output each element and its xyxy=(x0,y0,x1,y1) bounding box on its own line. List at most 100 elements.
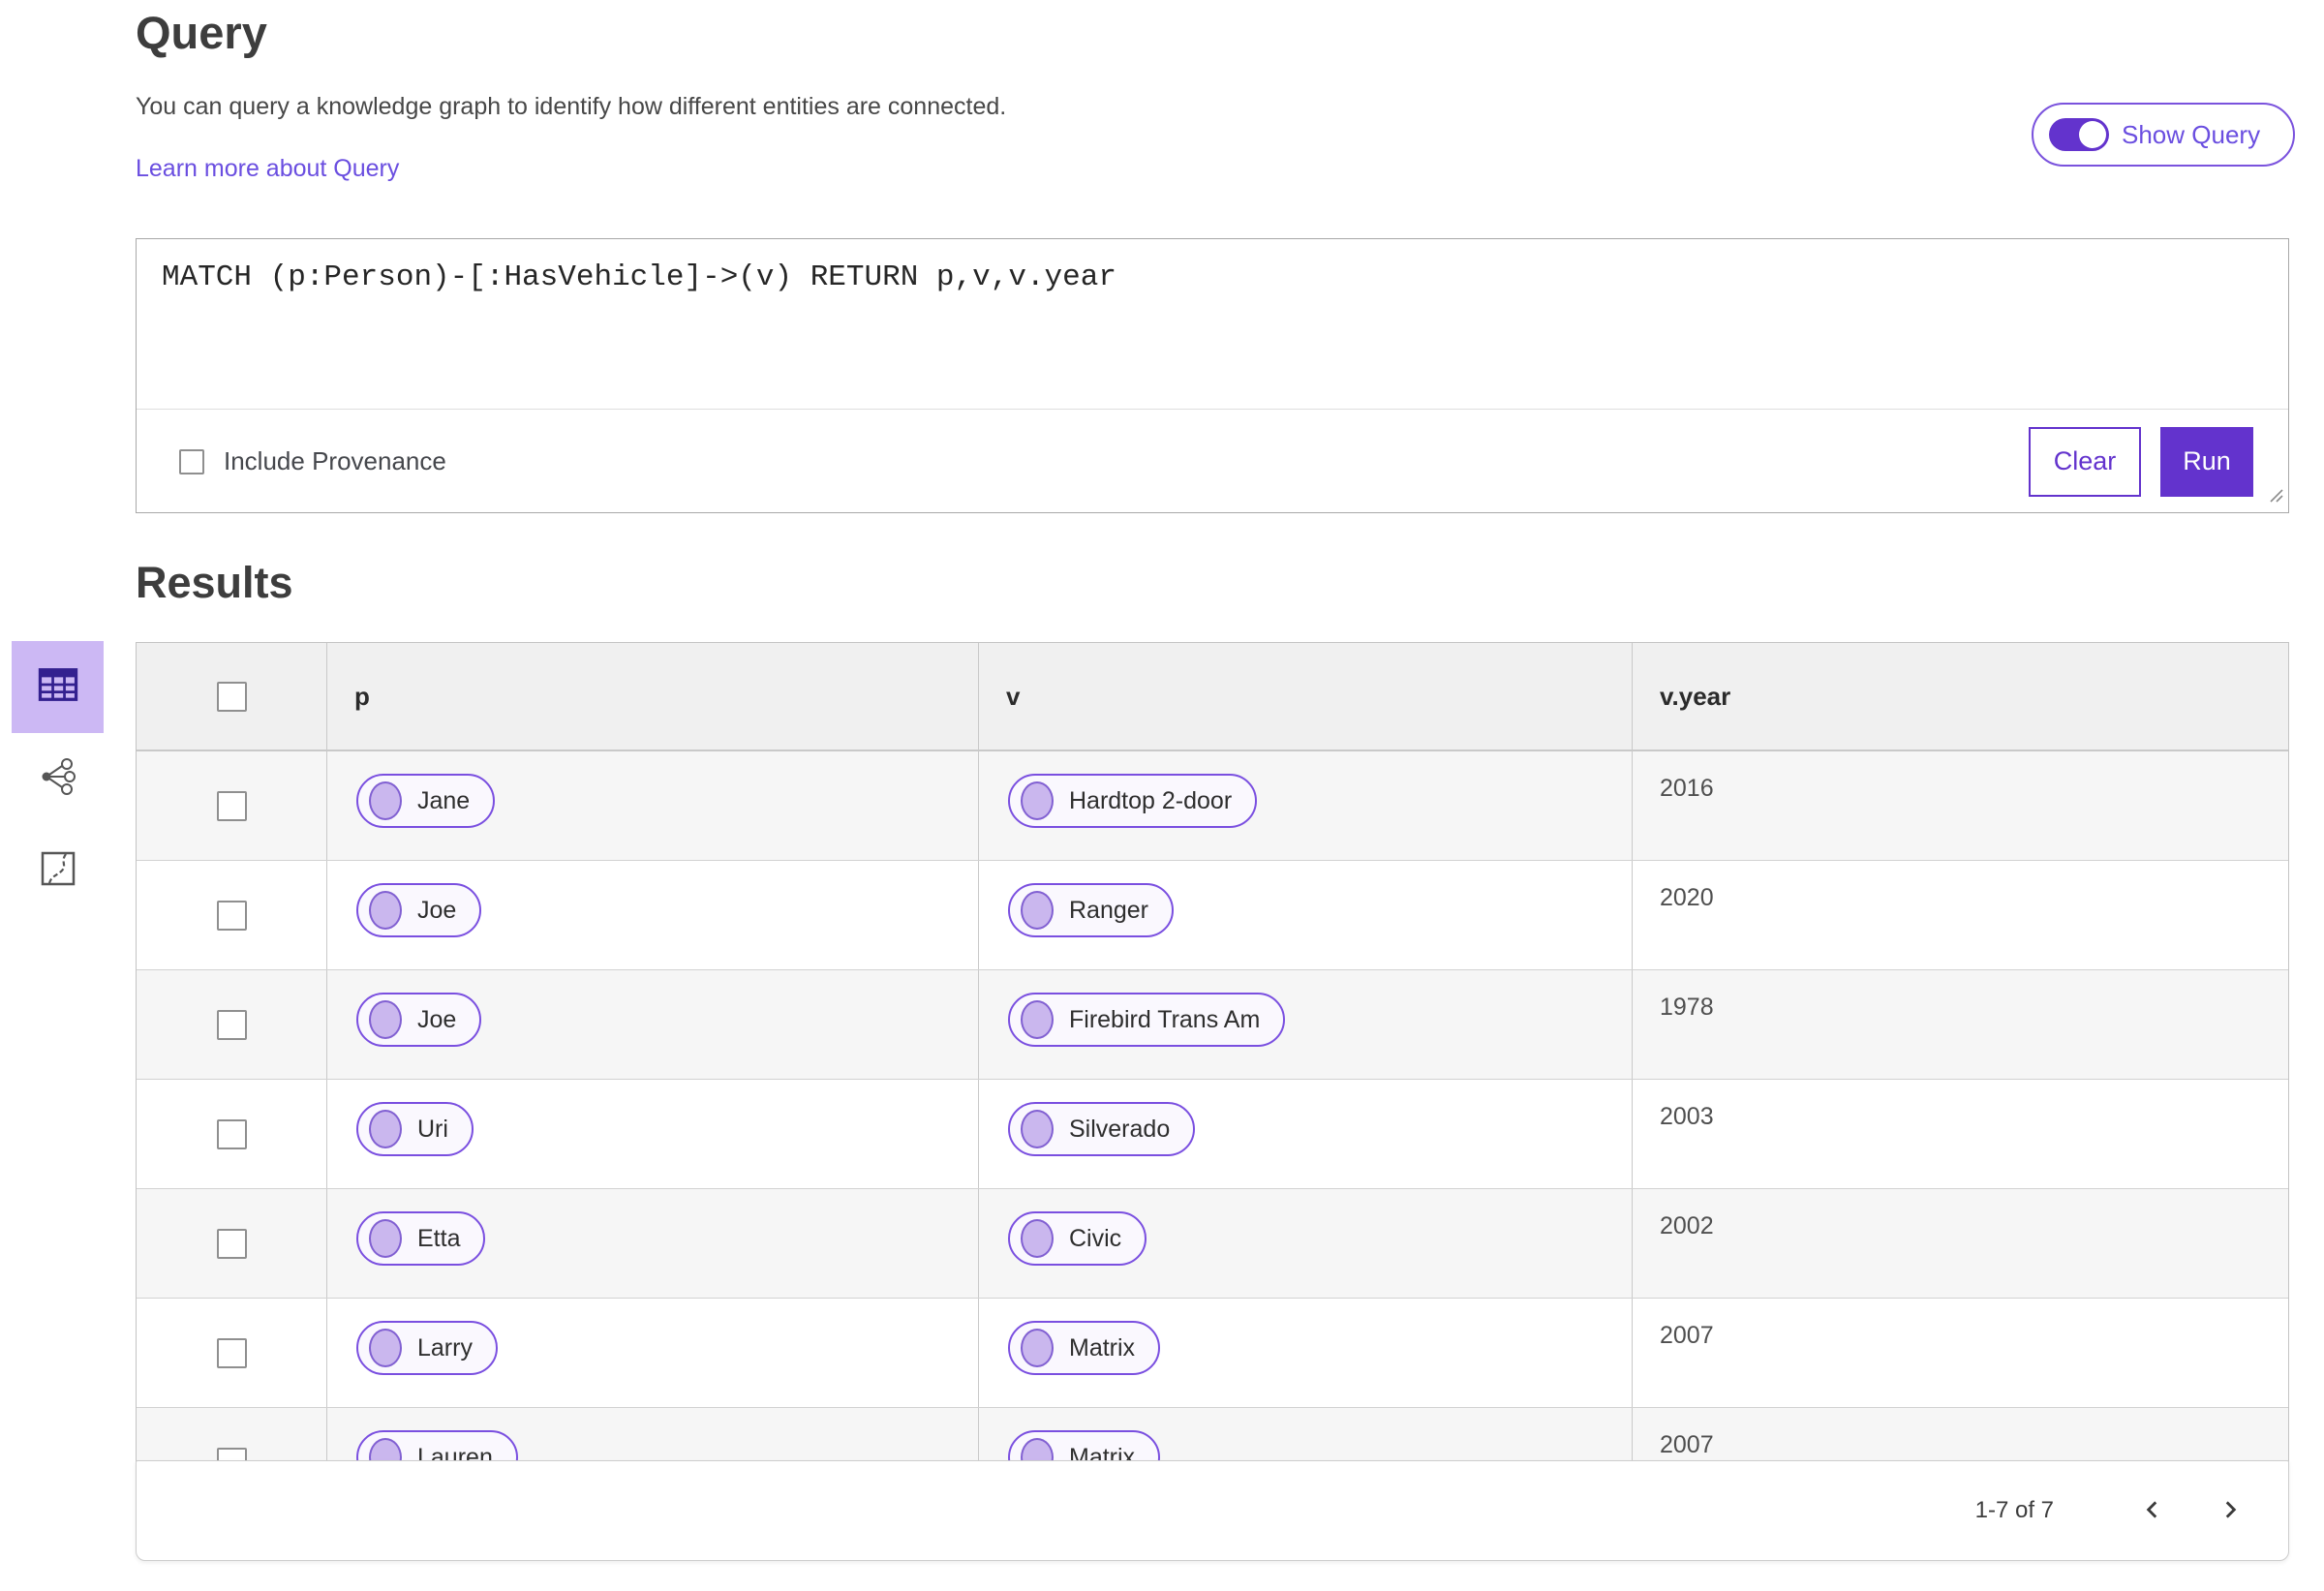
vehicle-name: Silverado xyxy=(1069,1115,1171,1143)
p-cell: Jane xyxy=(327,751,979,860)
node-circle-icon xyxy=(369,891,402,930)
column-header-p: p xyxy=(327,643,979,750)
table-row: Joe Firebird Trans Am 1978 xyxy=(137,970,2288,1080)
toggle-on-icon[interactable] xyxy=(2049,118,2109,151)
vehicle-name: Ranger xyxy=(1069,896,1148,924)
v-year-cell: 2007 xyxy=(1633,1299,2288,1407)
v-year-cell: 2003 xyxy=(1633,1080,2288,1188)
p-cell: Joe xyxy=(327,861,979,969)
chevron-right-icon xyxy=(2217,1497,2243,1525)
pagination-bar: 1-7 of 7 xyxy=(136,1460,2289,1561)
p-cell: Etta xyxy=(327,1189,979,1298)
vehicle-entity-chip[interactable]: Silverado xyxy=(1008,1102,1196,1156)
page-title: Query xyxy=(136,7,267,58)
node-circle-icon xyxy=(1021,781,1054,820)
clear-button[interactable]: Clear xyxy=(2029,426,2141,497)
query-toolbar: Include Provenance Clear Run xyxy=(137,410,2288,513)
select-all-cell xyxy=(137,643,327,750)
person-entity-chip[interactable]: Uri xyxy=(356,1102,474,1156)
view-switcher xyxy=(12,641,104,917)
vehicle-entity-chip[interactable]: Firebird Trans Am xyxy=(1008,993,1286,1047)
node-circle-icon xyxy=(369,1329,402,1367)
query-panel: MATCH (p:Person)-[:HasVehicle]->(v) RETU… xyxy=(136,238,2289,513)
table-row: Uri Silverado 2003 xyxy=(137,1080,2288,1189)
person-name: Joe xyxy=(417,896,457,924)
vehicle-name: Firebird Trans Am xyxy=(1069,1005,1261,1033)
graph-view-icon xyxy=(37,755,79,803)
include-provenance-option[interactable]: Include Provenance xyxy=(179,446,446,476)
person-name: Jane xyxy=(417,786,471,814)
person-entity-chip[interactable]: Joe xyxy=(356,883,482,937)
vehicle-entity-chip[interactable]: Ranger xyxy=(1008,883,1174,937)
toggle-knob xyxy=(2079,121,2106,148)
table-view-icon xyxy=(35,661,81,713)
row-checkbox[interactable] xyxy=(216,1228,247,1259)
v-cell: Civic xyxy=(979,1189,1633,1298)
v-cell: Ranger xyxy=(979,861,1633,969)
row-checkbox[interactable] xyxy=(216,900,247,931)
run-button[interactable]: Run xyxy=(2160,426,2253,497)
query-description: You can query a knowledge graph to ident… xyxy=(136,93,1007,120)
p-cell: Uri xyxy=(327,1080,979,1188)
select-all-checkbox[interactable] xyxy=(216,681,247,712)
table-body: Jane Hardtop 2-door 2016 Joe Ranger 2020… xyxy=(137,751,2288,1517)
p-cell: Larry xyxy=(327,1299,979,1407)
year-value: 1978 xyxy=(1660,994,1714,1021)
column-header-v: v xyxy=(979,643,1633,750)
v-year-cell: 2002 xyxy=(1633,1189,2288,1298)
page-range: 1-7 of 7 xyxy=(1974,1497,2054,1523)
year-value: 2002 xyxy=(1660,1212,1714,1239)
person-entity-chip[interactable]: Jane xyxy=(356,774,496,828)
row-checkbox[interactable] xyxy=(216,1009,247,1040)
resize-handle-icon[interactable] xyxy=(2265,484,2284,508)
table-row: Joe Ranger 2020 xyxy=(137,861,2288,970)
knowledge-graph-query-page: Query You can query a knowledge graph to… xyxy=(0,0,2324,1591)
table-view-button[interactable] xyxy=(12,641,104,733)
vehicle-entity-chip[interactable]: Matrix xyxy=(1008,1321,1161,1375)
person-entity-chip[interactable]: Etta xyxy=(356,1211,486,1266)
v-cell: Firebird Trans Am xyxy=(979,970,1633,1079)
person-name: Larry xyxy=(417,1333,473,1362)
map-view-icon xyxy=(37,847,79,895)
v-cell: Matrix xyxy=(979,1299,1633,1407)
person-name: Joe xyxy=(417,1005,457,1033)
row-checkbox-cell xyxy=(137,1189,327,1298)
person-entity-chip[interactable]: Larry xyxy=(356,1321,498,1375)
graph-view-button[interactable] xyxy=(12,733,104,825)
row-checkbox[interactable] xyxy=(216,790,247,821)
show-query-toggle[interactable]: Show Query xyxy=(2032,103,2295,167)
year-value: 2016 xyxy=(1660,775,1714,802)
year-value: 2007 xyxy=(1660,1431,1714,1458)
row-checkbox[interactable] xyxy=(216,1337,247,1368)
map-view-button[interactable] xyxy=(12,825,104,917)
node-circle-icon xyxy=(1021,1329,1054,1367)
row-checkbox[interactable] xyxy=(216,1118,247,1149)
table-row: Jane Hardtop 2-door 2016 xyxy=(137,751,2288,861)
v-year-cell: 1978 xyxy=(1633,970,2288,1079)
previous-page-button[interactable] xyxy=(2131,1489,2174,1532)
vehicle-name: Matrix xyxy=(1069,1333,1136,1362)
p-cell: Joe xyxy=(327,970,979,1079)
vehicle-name: Civic xyxy=(1069,1224,1122,1252)
show-query-label: Show Query xyxy=(2122,119,2261,149)
vehicle-entity-chip[interactable]: Hardtop 2-door xyxy=(1008,774,1258,828)
row-checkbox-cell xyxy=(137,1299,327,1407)
next-page-button[interactable] xyxy=(2209,1489,2251,1532)
person-name: Etta xyxy=(417,1224,461,1252)
learn-more-link[interactable]: Learn more about Query xyxy=(136,155,399,183)
results-title: Results xyxy=(136,558,293,607)
node-circle-icon xyxy=(1021,891,1054,930)
row-checkbox-cell xyxy=(137,1080,327,1188)
chevron-left-icon xyxy=(2140,1497,2165,1525)
vehicle-entity-chip[interactable]: Civic xyxy=(1008,1211,1147,1266)
column-header-v-year: v.year xyxy=(1660,681,1731,711)
node-circle-icon xyxy=(369,781,402,820)
person-entity-chip[interactable]: Joe xyxy=(356,993,482,1047)
include-provenance-checkbox[interactable] xyxy=(179,448,204,474)
table-row: Larry Matrix 2007 xyxy=(137,1299,2288,1408)
v-year-cell: 2016 xyxy=(1633,751,2288,860)
node-circle-icon xyxy=(369,1219,402,1258)
query-input[interactable]: MATCH (p:Person)-[:HasVehicle]->(v) RETU… xyxy=(137,239,2288,410)
node-circle-icon xyxy=(369,1110,402,1148)
row-checkbox-cell xyxy=(137,970,327,1079)
